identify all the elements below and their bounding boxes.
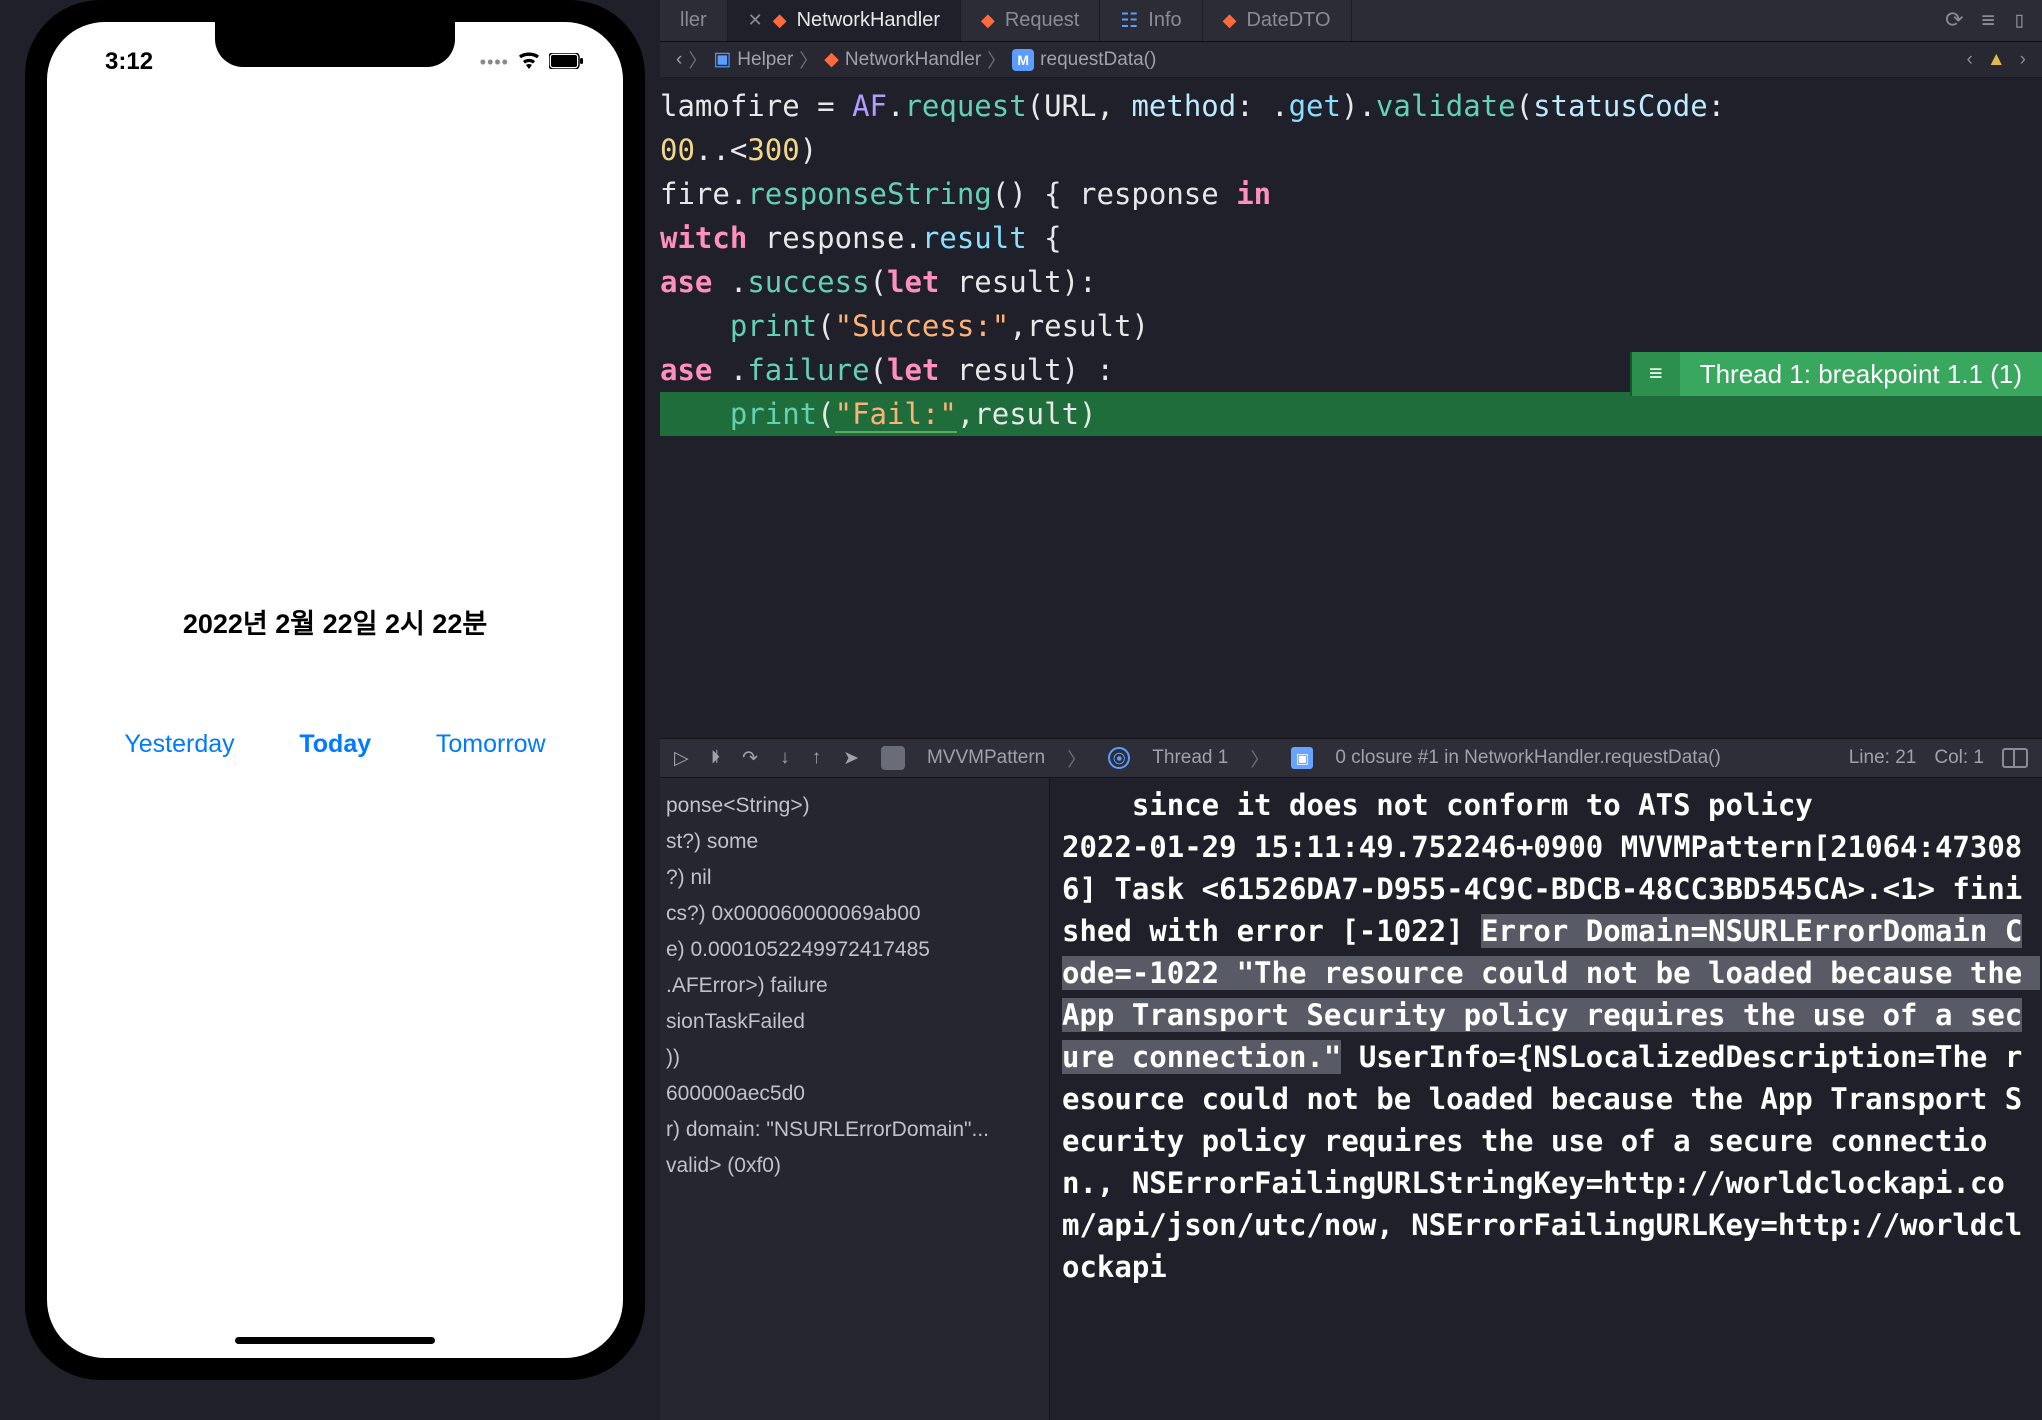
- today-button[interactable]: Today: [299, 730, 371, 759]
- tab-label: NetworkHandler: [797, 9, 940, 32]
- var-row[interactable]: st?) some: [666, 824, 1049, 860]
- swift-icon: ◆: [1223, 10, 1237, 31]
- variables-view[interactable]: ponse<String>) st?) some ?) nil cs?) 0x0…: [660, 778, 1050, 1420]
- var-row[interactable]: 600000aec5d0: [666, 1076, 1049, 1112]
- tab-partial-left[interactable]: ller: [660, 0, 728, 41]
- chevron-back-icon[interactable]: ‹: [1967, 49, 1973, 71]
- tab-label: Info: [1148, 9, 1181, 32]
- app-icon: [881, 746, 905, 770]
- editor-tab-bar: ller ✕ ◆ NetworkHandler ◆ Request ☷ Info…: [660, 0, 2042, 42]
- code-editor[interactable]: lamofire = AF.request(URL, method: .get)…: [660, 78, 2042, 738]
- chevron-back-icon[interactable]: ‹: [676, 49, 682, 71]
- breadcrumb[interactable]: ‹ 〉 ▣ Helper 〉 ◆ NetworkHandler 〉 M requ…: [660, 42, 2042, 78]
- breadcrumb-file[interactable]: NetworkHandler: [845, 49, 981, 71]
- continue-icon[interactable]: ⏵⃒: [711, 747, 721, 769]
- tab-label: DateDTO: [1246, 9, 1330, 32]
- cursor-line: Line: 21: [1849, 747, 1917, 769]
- folder-icon: ▣: [713, 48, 731, 71]
- toggle-breakpoints-icon[interactable]: ▷: [674, 747, 689, 770]
- var-row[interactable]: cs?) 0x000060000069ab00: [666, 896, 1049, 932]
- var-row[interactable]: ponse<String>): [666, 788, 1049, 824]
- swift-icon: ◆: [773, 10, 787, 31]
- step-into-icon[interactable]: ↓: [780, 747, 790, 769]
- plist-icon: ☷: [1120, 8, 1138, 33]
- chevron-forward-icon[interactable]: ›: [2020, 49, 2026, 71]
- tab-datedto[interactable]: ◆ DateDTO: [1203, 0, 1352, 41]
- simulator-screen[interactable]: 3:12 •••• 2022년 2월 22일 2시 22분 Yesterday …: [47, 22, 623, 1358]
- panel-toggle-icon[interactable]: [2002, 748, 2028, 768]
- tomorrow-button[interactable]: Tomorrow: [436, 730, 546, 759]
- debug-console[interactable]: since it does not conform to ATS policy …: [1050, 778, 2042, 1420]
- method-icon: M: [1012, 49, 1034, 71]
- cursor-col: Col: 1: [1934, 747, 1984, 769]
- debug-app-name[interactable]: MVVMPattern: [927, 747, 1045, 769]
- thread-icon: ⦿: [1108, 747, 1130, 769]
- location-icon[interactable]: ➤: [843, 747, 859, 770]
- breakpoint-handle-icon[interactable]: ≡: [1630, 352, 1680, 396]
- tab-networkhandler[interactable]: ✕ ◆ NetworkHandler: [728, 0, 961, 41]
- panel-icon[interactable]: ▯: [2013, 8, 2026, 33]
- var-row[interactable]: sionTaskFailed: [666, 1004, 1049, 1040]
- tab-label: Request: [1005, 9, 1080, 32]
- stackframe-icon: ▣: [1291, 747, 1313, 769]
- step-out-icon[interactable]: ↑: [812, 747, 822, 769]
- date-label: 2022년 2월 22일 2시 22분: [183, 602, 487, 641]
- debug-toolbar: ▷ ⏵⃒ ↷ ↓ ↑ ➤ MVVMPattern 〉 ⦿ Thread 1 〉 …: [660, 738, 2042, 778]
- step-over-icon[interactable]: ↷: [742, 747, 758, 770]
- var-row[interactable]: ?) nil: [666, 860, 1049, 896]
- tab-info[interactable]: ☷ Info: [1100, 0, 1202, 41]
- home-indicator[interactable]: [235, 1337, 435, 1344]
- var-row[interactable]: e) 0.0001052249972417485: [666, 932, 1049, 968]
- swift-icon: ◆: [824, 48, 839, 71]
- var-row[interactable]: r) domain: "NSURLErrorDomain"...: [666, 1112, 1049, 1148]
- swift-icon: ◆: [981, 10, 995, 31]
- list-icon[interactable]: ≡: [1982, 8, 1995, 33]
- warning-icon[interactable]: ▲: [1987, 49, 2006, 71]
- var-row[interactable]: )): [666, 1040, 1049, 1076]
- breadcrumb-folder[interactable]: Helper: [737, 49, 793, 71]
- debug-frame[interactable]: 0 closure #1 in NetworkHandler.requestDa…: [1335, 747, 1720, 769]
- breadcrumb-method[interactable]: requestData(): [1040, 49, 1156, 71]
- tab-label: ller: [680, 9, 707, 32]
- breakpoint-indicator[interactable]: ≡ Thread 1: breakpoint 1.1 (1): [1630, 352, 2042, 396]
- breakpoint-label: Thread 1: breakpoint 1.1 (1): [1680, 352, 2042, 396]
- var-row[interactable]: valid> (0xf0): [666, 1148, 1049, 1184]
- console-text: UserInfo={NSLocalizedDescription=The res…: [1062, 1040, 2022, 1284]
- tab-request[interactable]: ◆ Request: [961, 0, 1100, 41]
- yesterday-button[interactable]: Yesterday: [124, 730, 234, 759]
- ios-simulator: 3:12 •••• 2022년 2월 22일 2시 22분 Yesterday …: [25, 0, 645, 1380]
- close-icon[interactable]: ✕: [748, 10, 763, 31]
- var-row[interactable]: .AFError>) failure: [666, 968, 1049, 1004]
- refresh-icon[interactable]: ⟳: [1945, 8, 1963, 33]
- debug-thread[interactable]: Thread 1: [1152, 747, 1228, 769]
